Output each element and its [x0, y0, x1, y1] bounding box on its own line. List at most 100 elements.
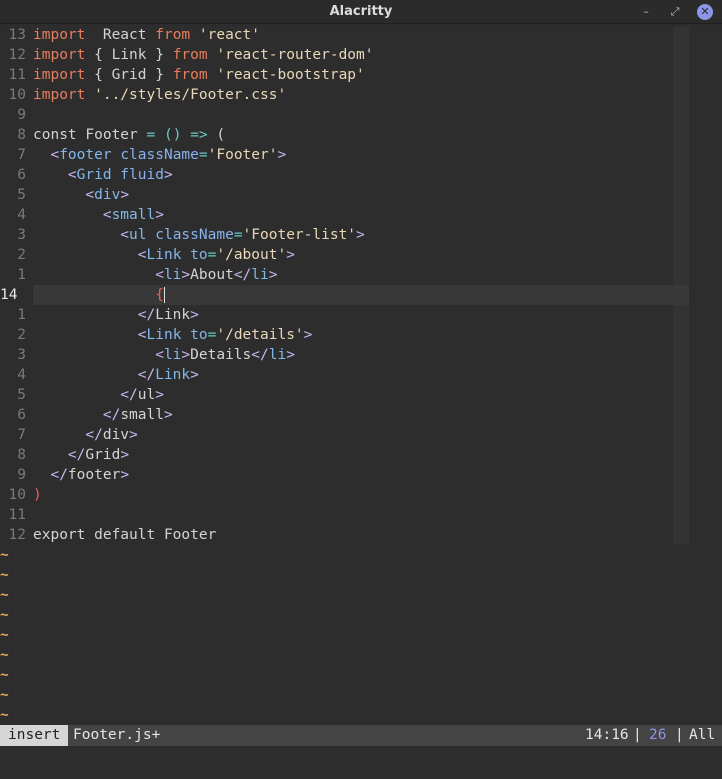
code-line[interactable]: 12 import { Link } from 'react-router-dom…	[0, 45, 673, 65]
code-line[interactable]: 11	[0, 505, 673, 525]
code-line[interactable]: 4 </Link>	[0, 365, 673, 385]
code-token: Grid	[85, 447, 121, 463]
code-token: >	[163, 167, 173, 183]
code-token: import	[33, 67, 86, 83]
code-text: <li>About</li>	[33, 265, 277, 285]
mode-indicator: insert	[0, 725, 69, 746]
code-token: {	[155, 287, 164, 303]
code-token: </	[251, 347, 269, 363]
code-line[interactable]: 2 <Link to='/about'>	[0, 245, 673, 265]
line-number: 9	[17, 467, 26, 483]
tilde-marker: ~	[0, 607, 9, 623]
code-line[interactable]: 9	[0, 105, 673, 125]
tilde-marker: ~	[0, 687, 9, 703]
code-text: </div>	[33, 425, 137, 445]
tilde-marker: ~	[0, 547, 9, 563]
code-line[interactable]: 6 <Grid fluid>	[0, 165, 673, 185]
code-line[interactable]: 12 export default Footer	[0, 525, 673, 545]
code-line[interactable]: 8 </Grid>	[0, 445, 673, 465]
code-token: <	[33, 247, 147, 263]
code-token: import	[33, 27, 86, 43]
maximize-icon[interactable]: ⤢	[667, 4, 683, 20]
code-token: >	[120, 467, 130, 483]
line-number: 7	[17, 427, 26, 443]
code-token: Link	[146, 247, 182, 263]
code-line[interactable]: 8 const Footer = () => (	[0, 125, 673, 145]
terminal-window: Alacritty – ⤢ ✕ 13 import React from 'rea…	[0, 0, 722, 779]
code-line[interactable]: 13 import React from 'react'	[0, 25, 673, 45]
code-token: </	[33, 307, 156, 323]
line-number: 5	[17, 387, 26, 403]
line-number: 11	[8, 67, 26, 83]
code-token: (	[207, 127, 226, 143]
code-token: div	[94, 187, 121, 203]
code-text: </Link>	[33, 305, 199, 325]
line-number: 3	[17, 227, 26, 243]
editor-buffer[interactable]: 13 import React from 'react' 12 import { Li…	[0, 25, 722, 725]
line-number: 9	[17, 107, 26, 123]
code-text: import '../styles/Footer.css'	[33, 85, 286, 105]
code-line[interactable]: 1 </Link>	[0, 305, 673, 325]
code-line[interactable]: 1 <li>About</li>	[0, 265, 673, 285]
code-line[interactable]: 4 <small>	[0, 205, 673, 225]
line-number: 2	[17, 327, 26, 343]
code-line[interactable]: 7 </div>	[0, 425, 673, 445]
code-token: className	[146, 227, 234, 243]
code-token: >	[120, 187, 130, 203]
code-line[interactable]: 3 <li>Details</li>	[0, 345, 673, 365]
code-text: <Link to='/details'>	[33, 325, 313, 345]
code-line[interactable]: 14 {	[0, 285, 689, 305]
line-number: 4	[17, 367, 26, 383]
code-text: <div>	[33, 185, 129, 205]
minimize-icon[interactable]: –	[638, 4, 654, 20]
code-token: </	[33, 407, 121, 423]
code-token: ul	[137, 387, 156, 403]
line-number: 4	[17, 207, 26, 223]
code-token: from	[155, 27, 191, 43]
line-number: 1	[17, 307, 26, 323]
code-token: Link	[155, 307, 191, 323]
status-line: insert Footer.js+ 14:16 | 26 | All	[0, 725, 722, 746]
scroll-percent: 26	[649, 727, 667, 743]
line-number: 10	[8, 487, 26, 503]
cursor-position: 14:16	[585, 727, 629, 743]
code-token: { Grid }	[85, 67, 173, 83]
code-token: </	[33, 447, 86, 463]
code-text: <small>	[33, 205, 164, 225]
code-line[interactable]: 9 </footer>	[0, 465, 673, 485]
code-token: li	[251, 267, 269, 283]
code-text: import { Link } from 'react-router-dom'	[33, 45, 374, 65]
code-token: <	[33, 207, 112, 223]
line-number: 5	[17, 187, 26, 203]
code-line[interactable]: 11 import { Grid } from 'react-bootstrap'	[0, 65, 673, 85]
title-bar: Alacritty – ⤢ ✕	[0, 0, 722, 24]
code-text: <ul className='Footer-list'>	[33, 225, 364, 245]
code-line[interactable]: 10)	[0, 485, 673, 505]
code-line[interactable]: 10 import '../styles/Footer.css'	[0, 85, 673, 105]
code-token: { Link }	[85, 47, 173, 63]
line-number: 8	[17, 447, 26, 463]
command-line[interactable]	[0, 746, 722, 779]
code-line[interactable]: 3 <ul className='Footer-list'>	[0, 225, 673, 245]
code-line[interactable]: 2 <Link to='/details'>	[0, 325, 673, 345]
close-icon[interactable]: ✕	[697, 4, 713, 20]
code-token: </	[233, 267, 252, 283]
code-text: </footer>	[33, 465, 129, 485]
code-token: fluid	[111, 167, 164, 183]
code-token: <	[33, 227, 130, 243]
code-token: li	[163, 267, 182, 283]
code-token: >	[181, 347, 191, 363]
code-text: )	[33, 485, 42, 505]
code-line[interactable]: 6 </small>	[0, 405, 673, 425]
code-line[interactable]: 5 <div>	[0, 185, 673, 205]
code-token: Link	[146, 327, 182, 343]
code-token: <	[33, 347, 164, 363]
code-line[interactable]: 7 <footer className='Footer'>	[0, 145, 673, 165]
code-token: li	[163, 347, 182, 363]
code-line[interactable]: 5 </ul>	[0, 385, 673, 405]
line-number: 11	[8, 507, 26, 523]
code-token: div	[102, 427, 130, 443]
code-token: >	[181, 267, 191, 283]
code-token: >	[268, 267, 278, 283]
code-token: >	[277, 147, 287, 163]
